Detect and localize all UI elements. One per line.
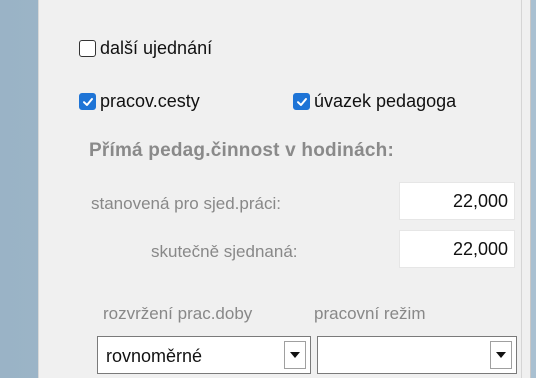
prima-pedag-cinnost-heading: Přímá pedag.činnost v hodinách: xyxy=(89,140,394,161)
checkmark-icon xyxy=(296,97,307,106)
uvazek-pedagoga-label: úvazek pedagoga xyxy=(314,91,457,111)
rezim-select[interactable] xyxy=(317,336,517,374)
pracov-cesty-checkbox[interactable] xyxy=(79,93,96,110)
rozvrzeni-select[interactable]: rovnoměrné xyxy=(97,336,311,374)
rezim-label: pracovní režim xyxy=(314,304,426,323)
uvazek-pedagoga-checkbox-row[interactable]: úvazek pedagoga xyxy=(293,91,456,112)
rozvrzeni-label: rozvržení prac.doby xyxy=(103,304,253,323)
stanovena-label: stanovená pro sjed.práci: xyxy=(91,194,281,213)
dalsi-ujednani-checkbox[interactable] xyxy=(79,40,96,57)
chevron-down-icon xyxy=(496,351,506,358)
dalsi-ujednani-label: další ujednání xyxy=(100,38,213,58)
checkmark-icon xyxy=(82,97,93,106)
rozvrzeni-select-value: rovnoměrné xyxy=(106,346,203,366)
pracov-cesty-checkbox-row[interactable]: pracov.cesty xyxy=(79,91,200,112)
rezim-dropdown-button[interactable] xyxy=(490,341,512,369)
chevron-down-icon xyxy=(290,351,300,358)
dalsi-ujednani-checkbox-row[interactable]: další ujednání xyxy=(79,38,212,59)
skutecne-input[interactable]: 22,000 xyxy=(399,230,515,268)
form-panel: další ujednání pracov.cesty úvazek pedag… xyxy=(38,0,531,378)
right-scroll-gutter xyxy=(521,0,530,378)
skutecne-label: skutečně sjednaná: xyxy=(151,242,298,261)
stanovena-input[interactable]: 22,000 xyxy=(399,182,515,220)
uvazek-pedagoga-checkbox[interactable] xyxy=(293,93,310,110)
rozvrzeni-dropdown-button[interactable] xyxy=(284,341,306,369)
pracov-cesty-label: pracov.cesty xyxy=(100,91,200,111)
